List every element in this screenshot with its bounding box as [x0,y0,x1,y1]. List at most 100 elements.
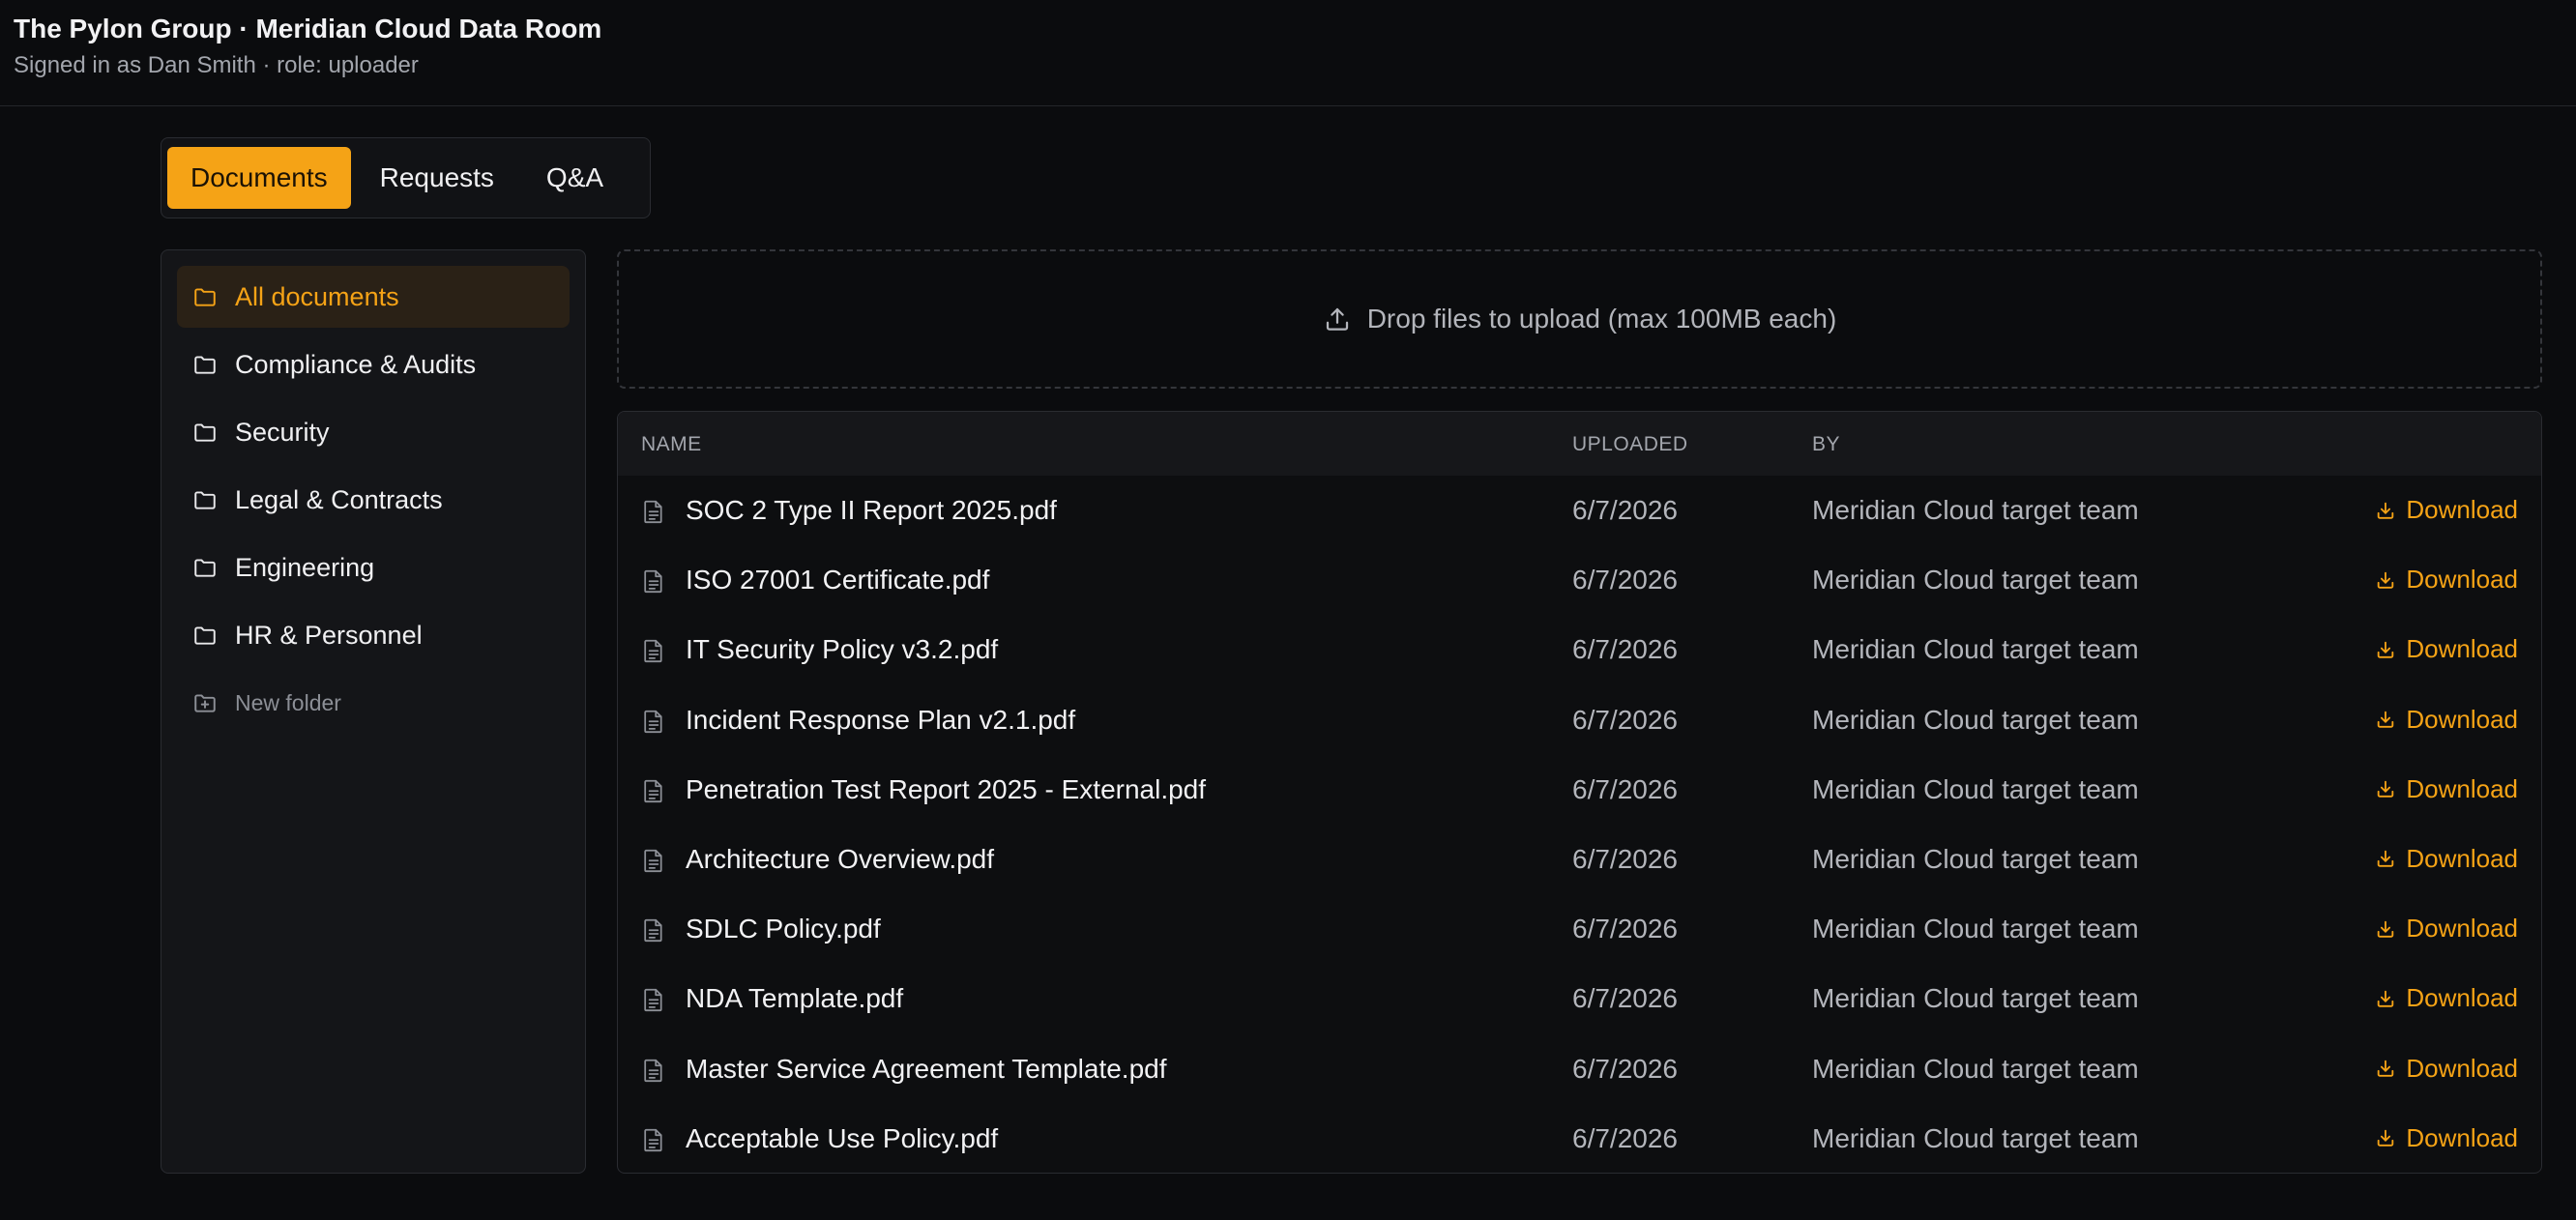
file-text-icon [643,709,664,734]
sidebar-item-label: Security [235,417,330,447]
document-name[interactable]: Architecture Overview.pdf [686,844,994,875]
column-header-by[interactable]: BY [1812,433,1840,456]
download-icon [2375,709,2406,730]
sidebar-item-engineering[interactable]: Engineering [177,537,570,598]
file-text-icon [643,778,664,803]
download-label: Download [2406,843,2518,873]
folder-plus-icon [194,694,216,712]
table-row[interactable]: Architecture Overview.pdf 6/7/2026 Meridia… [618,825,2541,894]
table-row[interactable]: NDA Template.pdf 6/7/2026 Meridian Cloud t… [618,964,2541,1033]
table-row[interactable]: Incident Response Plan v2.1.pdf 6/7/2026 M… [618,685,2541,755]
uploaded-date: 6/7/2026 [1572,565,1678,595]
download-button[interactable]: Download [2375,1123,2518,1153]
page-title: The Pylon Group · Meridian Cloud Data Ro… [14,14,602,44]
folder-icon [194,559,216,577]
sidebar-item-label: Legal & Contracts [235,484,443,514]
download-button[interactable]: Download [2375,565,2518,595]
sidebar-item-label: All documents [235,281,399,311]
download-icon [2375,639,2406,660]
document-name[interactable]: IT Security Policy v3.2.pdf [686,634,998,665]
column-header-name[interactable]: NAME [641,433,702,456]
download-button[interactable]: Download [2375,774,2518,804]
tab-documents[interactable]: Documents [167,147,351,209]
new-folder-button[interactable]: New folder [177,676,570,730]
download-icon [2375,1127,2406,1148]
table-row[interactable]: SDLC Policy.pdf 6/7/2026 Meridian Cloud ta… [618,894,2541,964]
document-name[interactable]: ISO 27001 Certificate.pdf [686,565,989,595]
folder-icon [194,423,216,442]
table-row[interactable]: Acceptable Use Policy.pdf 6/7/2026 Meridia… [618,1104,2541,1173]
table-row[interactable]: Penetration Test Report 2025 - External.… [618,755,2541,825]
document-name[interactable]: SDLC Policy.pdf [686,914,881,944]
uploaded-date: 6/7/2026 [1572,704,1678,735]
download-icon [2375,848,2406,869]
uploaded-by: Meridian Cloud target team [1812,843,2139,874]
tab-requests[interactable]: Requests [357,147,517,209]
download-button[interactable]: Download [2375,983,2518,1013]
table-header: NAME UPLOADED BY [618,412,2541,476]
download-label: Download [2406,495,2518,524]
document-name[interactable]: Penetration Test Report 2025 - External.… [686,774,1206,805]
table-row[interactable]: Master Service Agreement Template.pdf 6/7… [618,1034,2541,1104]
table-row[interactable]: SOC 2 Type II Report 2025.pdf 6/7/2026 Mer… [618,476,2541,545]
table-row[interactable]: ISO 27001 Certificate.pdf 6/7/2026 Meridia… [618,545,2541,615]
sidebar-item-hr-personnel[interactable]: HR & Personnel [177,604,570,666]
file-text-icon [643,987,664,1012]
upload-dropzone[interactable]: Drop files to upload (max 100MB each) [617,249,2542,389]
download-icon [2375,918,2406,940]
table-row[interactable]: IT Security Policy v3.2.pdf 6/7/2026 Merid… [618,615,2541,684]
folder-icon [194,356,216,374]
download-label: Download [2406,565,2518,595]
uploaded-date: 6/7/2026 [1572,1122,1678,1153]
uploaded-date: 6/7/2026 [1572,773,1678,804]
file-text-icon [643,848,664,873]
documents-table: NAME UPLOADED BY SOC 2 Type II Report 20… [617,411,2542,1174]
download-label: Download [2406,1053,2518,1083]
download-button[interactable]: Download [2375,1054,2518,1084]
download-button[interactable]: Download [2375,844,2518,874]
document-name[interactable]: NDA Template.pdf [686,983,903,1014]
sidebar-item-all-documents[interactable]: All documents [177,266,570,328]
download-button[interactable]: Download [2375,914,2518,944]
user-status: Signed in as Dan Smith · role: uploader [14,52,419,78]
uploaded-by: Meridian Cloud target team [1812,983,2139,1014]
document-name[interactable]: SOC 2 Type II Report 2025.pdf [686,495,1057,526]
sidebar-item-label: Engineering [235,552,375,582]
dropzone-label: Drop files to upload (max 100MB each) [1366,304,1837,334]
document-name[interactable]: Master Service Agreement Template.pdf [686,1054,1167,1085]
file-text-icon [643,638,664,663]
uploaded-date: 6/7/2026 [1572,1053,1678,1084]
tab-qa[interactable]: Q&A [523,147,627,209]
download-button[interactable]: Download [2375,634,2518,664]
sidebar-item-label: Compliance & Audits [235,349,477,379]
file-text-icon [643,1058,664,1083]
uploaded-by: Meridian Cloud target team [1812,565,2139,595]
folder-sidebar: All documents Compliance & Audits Securi… [161,249,586,1174]
download-label: Download [2406,1122,2518,1152]
download-button[interactable]: Download [2375,705,2518,735]
uploaded-by: Meridian Cloud target team [1812,914,2139,944]
download-button[interactable]: Download [2375,495,2518,525]
document-name[interactable]: Acceptable Use Policy.pdf [686,1123,998,1154]
uploaded-by: Meridian Cloud target team [1812,773,2139,804]
download-icon [2375,569,2406,591]
tab-bar: Documents Requests Q&A [161,137,651,218]
file-text-icon [643,499,664,524]
download-label: Download [2406,983,2518,1013]
sidebar-item-legal-contracts[interactable]: Legal & Contracts [177,469,570,531]
sidebar-item-compliance-audits[interactable]: Compliance & Audits [177,334,570,395]
uploaded-by: Meridian Cloud target team [1812,1122,2139,1153]
folder-icon [194,491,216,509]
uploaded-date: 6/7/2026 [1572,843,1678,874]
file-text-icon [643,917,664,943]
document-name[interactable]: Incident Response Plan v2.1.pdf [686,705,1075,736]
file-text-icon [643,568,664,594]
uploaded-by: Meridian Cloud target team [1812,634,2139,665]
download-icon [2375,988,2406,1009]
column-header-uploaded[interactable]: UPLOADED [1572,433,1688,456]
uploaded-date: 6/7/2026 [1572,914,1678,944]
uploaded-date: 6/7/2026 [1572,983,1678,1014]
uploaded-by: Meridian Cloud target team [1812,495,2139,525]
download-label: Download [2406,704,2518,734]
sidebar-item-security[interactable]: Security [177,401,570,463]
